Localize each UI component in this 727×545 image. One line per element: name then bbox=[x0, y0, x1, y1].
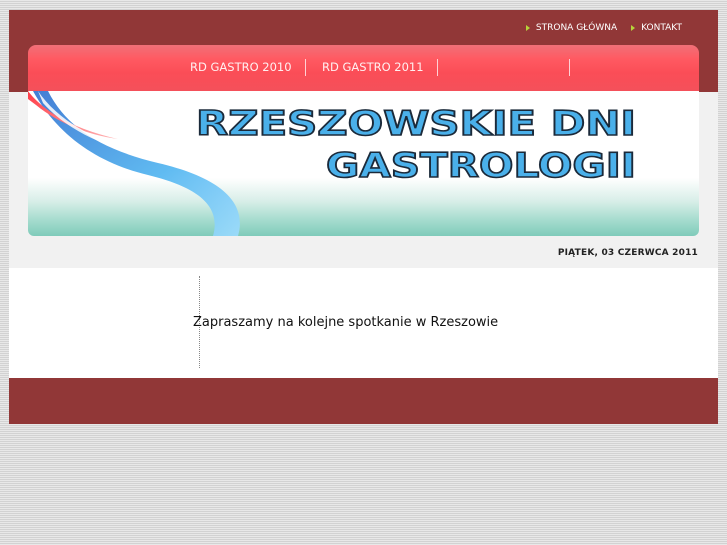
nav-separator bbox=[305, 59, 306, 76]
top-link-label: KONTAKT bbox=[641, 23, 682, 33]
main-nav: RD GASTRO 2010 RD GASTRO 2011 bbox=[28, 45, 699, 91]
banner: RZESZOWSKIE DNI GASTROLOGII bbox=[28, 91, 699, 236]
bullet-icon bbox=[631, 25, 636, 31]
current-date: PIĄTEK, 03 CZERWCA 2011 bbox=[557, 248, 698, 258]
banner-title-line1: RZESZOWSKIE DNI bbox=[196, 104, 636, 144]
nav-item-rd-gastro-2010[interactable]: RD GASTRO 2010 bbox=[190, 60, 292, 74]
nav-separator bbox=[437, 59, 438, 76]
intro-text: Zapraszamy na kolejne spotkanie w Rzeszo… bbox=[193, 315, 499, 330]
top-links: STRONA GŁÓWNA KONTAKT bbox=[525, 23, 682, 33]
banner-graphic: RZESZOWSKIE DNI GASTROLOGII bbox=[28, 91, 637, 236]
nav-item-rd-gastro-2011[interactable]: RD GASTRO 2011 bbox=[322, 60, 424, 74]
top-link-label: STRONA GŁÓWNA bbox=[535, 23, 618, 33]
nav-separator bbox=[569, 59, 570, 76]
top-link-contact[interactable]: KONTAKT bbox=[631, 23, 682, 33]
footer-band bbox=[9, 378, 718, 424]
banner-title-line2: GASTROLOGII bbox=[326, 146, 636, 186]
bullet-icon bbox=[525, 25, 530, 31]
top-link-home[interactable]: STRONA GŁÓWNA bbox=[525, 23, 618, 33]
page-wrapper: STRONA GŁÓWNA KONTAKT RD GASTRO 2010 RD … bbox=[9, 10, 718, 424]
content-area: Zapraszamy na kolejne spotkanie w Rzeszo… bbox=[9, 268, 718, 378]
